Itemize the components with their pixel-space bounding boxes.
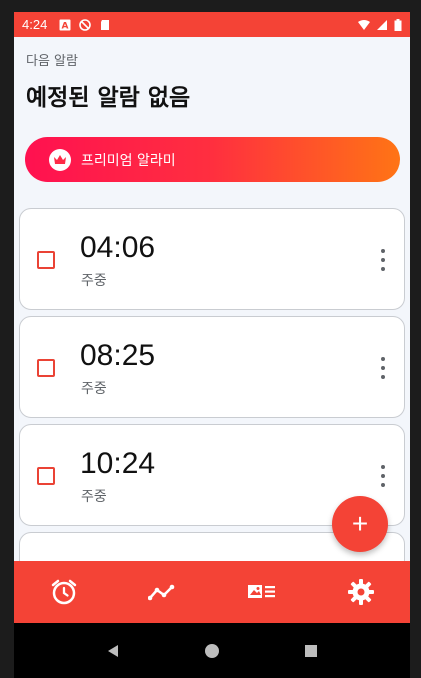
nav-alarm[interactable]	[44, 572, 84, 612]
bottom-navigation	[14, 561, 410, 623]
notification-icons: A	[59, 18, 111, 31]
status-bar: 4:24 A	[14, 12, 410, 37]
gear-icon	[347, 579, 374, 605]
alarm-checkbox[interactable]	[37, 251, 55, 269]
more-vert-icon[interactable]	[378, 465, 388, 487]
alarm-repeat-days: 주중	[81, 273, 107, 289]
premium-banner-label: 프리미엄 알라미	[81, 152, 176, 169]
sd-card-icon	[101, 19, 110, 30]
status-time: 4:24	[22, 17, 48, 32]
system-navigation-bar	[14, 623, 410, 678]
sync-disabled-icon	[79, 18, 92, 31]
alarm-time: 08:25	[80, 339, 156, 372]
keyboard-icon: A	[59, 19, 71, 31]
wifi-icon	[358, 19, 370, 30]
nav-news[interactable]	[242, 572, 282, 612]
system-status-icons	[358, 18, 402, 31]
nav-report[interactable]	[143, 572, 183, 612]
alarm-time: 04:06	[80, 231, 156, 264]
alarm-repeat-days: 주중	[81, 489, 107, 505]
alarm-card[interactable]: 04:06 주중	[19, 208, 405, 310]
alarm-checkbox[interactable]	[37, 359, 55, 377]
svg-text:A: A	[62, 21, 69, 31]
app-screen: 4:24 A 다음 알람 예정된 알람 없음 프리미엄 알라미 04:06 주중…	[14, 12, 410, 678]
back-icon[interactable]	[105, 643, 121, 659]
premium-banner-button[interactable]: 프리미엄 알라미	[25, 137, 400, 182]
alarm-card[interactable]: 08:25 주중	[19, 316, 405, 418]
device-frame: 4:24 A 다음 알람 예정된 알람 없음 프리미엄 알라미 04:06 주중…	[0, 0, 421, 678]
alarm-repeat-days: 주중	[81, 381, 107, 397]
crown-icon	[49, 148, 71, 171]
plus-icon: +	[351, 508, 369, 539]
news-icon	[247, 585, 275, 598]
more-vert-icon[interactable]	[378, 357, 388, 379]
signal-icon	[377, 19, 387, 30]
nav-settings[interactable]	[341, 572, 381, 612]
battery-icon	[394, 18, 402, 31]
home-icon[interactable]	[204, 643, 220, 659]
more-vert-icon[interactable]	[378, 249, 388, 271]
add-alarm-button[interactable]: +	[332, 496, 388, 552]
page-title: 예정된 알람 없음	[26, 85, 191, 111]
recents-icon[interactable]	[303, 643, 319, 659]
alarm-checkbox[interactable]	[37, 467, 55, 485]
next-alarm-label: 다음 알람	[26, 54, 78, 69]
alarm-time: 10:24	[80, 447, 156, 480]
alarm-clock-icon	[51, 579, 76, 605]
chart-line-icon	[147, 584, 174, 601]
